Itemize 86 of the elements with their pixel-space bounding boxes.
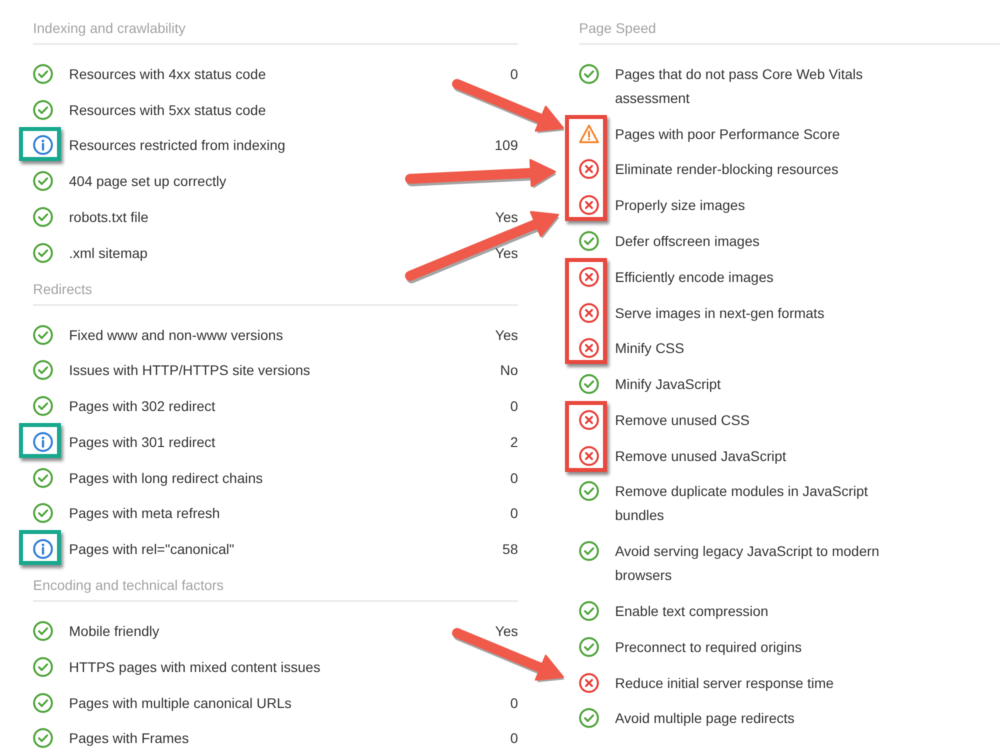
check-circle-icon [579, 541, 599, 562]
check-circle-icon [579, 231, 599, 252]
check-circle-icon [33, 396, 53, 416]
check-label: .xml sitemap [69, 244, 148, 263]
check-circle-icon [579, 601, 599, 622]
check-value: Yes [495, 622, 518, 642]
check-label: 404 page set up correctly [69, 172, 226, 192]
check-label: Minify CSS [615, 339, 684, 358]
check-label: Avoid serving legacy JavaScript to modern browsers [615, 542, 880, 586]
check-label: robots.txt file [69, 208, 148, 228]
check-label: Pages with long redirect chains [69, 468, 263, 488]
check-circle-icon [33, 100, 53, 120]
check-label: Pages with multiple canonical URLs [69, 694, 292, 713]
check-label: Efficiently encode images [615, 268, 774, 287]
check-circle-icon [33, 656, 53, 677]
check-label: Pages with 301 redirect [69, 432, 216, 452]
check-value: Yes [495, 326, 518, 345]
warning-icon [579, 124, 599, 144]
check-value: 0 [510, 397, 518, 416]
check-label: Pages with 302 redirect [69, 397, 216, 416]
check-label: Pages that do not pass Core Web Vitals assessment [615, 64, 864, 108]
check-circle-icon [579, 64, 599, 84]
check-value: 0 [510, 504, 518, 524]
info-icon [33, 539, 53, 560]
check-value: 0 [510, 729, 518, 748]
check-value: 0 [510, 694, 518, 713]
check-label: Avoid multiple page redirects [615, 709, 795, 728]
check-label: Issues with HTTP/HTTPS site versions [69, 361, 310, 380]
x-circle-icon [579, 266, 599, 287]
check-circle-icon [33, 468, 53, 488]
check-circle-icon [33, 692, 53, 713]
check-circle-icon [33, 621, 53, 642]
section-heading: Page Speed [579, 16, 1000, 45]
check-label: Resources with 5xx status code [69, 100, 266, 120]
check-circle-icon [579, 708, 599, 728]
check-label: Enable text compression [615, 602, 768, 622]
check-label: Remove duplicate modules in JavaScript bundles [615, 482, 869, 526]
check-label: Resources restricted from indexing [69, 136, 286, 156]
section-heading: Indexing and crawlability [33, 16, 518, 45]
check-label: Fixed www and non-www versions [69, 326, 283, 345]
check-value: 2 [510, 432, 518, 452]
check-value: Yes [495, 244, 518, 263]
check-label: Remove unused CSS [615, 410, 750, 430]
check-label: Resources with 4xx status code [69, 64, 266, 84]
check-value: No [500, 361, 518, 380]
check-circle-icon [33, 324, 53, 345]
check-label: Pages with meta refresh [69, 504, 220, 524]
check-label: Pages with poor Performance Score [615, 124, 840, 144]
x-circle-icon [579, 195, 599, 216]
check-circle-icon [33, 242, 53, 263]
check-circle-icon [579, 374, 599, 394]
check-value: 58 [502, 540, 518, 560]
check-value: 0 [510, 64, 518, 84]
check-value: Yes [495, 208, 518, 228]
check-value: 0 [510, 468, 518, 488]
x-circle-icon [579, 338, 599, 358]
section-heading: Redirects [33, 276, 518, 306]
check-label: Eliminate render-blocking resources [615, 160, 838, 180]
x-circle-icon [579, 672, 599, 693]
check-circle-icon [33, 503, 53, 524]
check-label: Properly size images [615, 196, 745, 216]
check-circle-icon [579, 636, 599, 657]
check-circle-icon [33, 207, 53, 228]
check-label: Pages with rel="canonical" [69, 540, 234, 560]
info-icon [33, 135, 53, 156]
check-label: Mobile friendly [69, 622, 160, 642]
check-label: Pages with Frames [69, 729, 189, 748]
x-circle-icon [579, 446, 599, 466]
check-label: Reduce initial server response time [615, 674, 834, 693]
check-value: 109 [494, 136, 518, 156]
check-label: Serve images in next-gen formats [615, 304, 824, 323]
x-circle-icon [579, 159, 599, 180]
check-label: Minify JavaScript [615, 375, 721, 394]
x-circle-icon [579, 302, 599, 323]
check-label: Remove unused JavaScript [615, 446, 786, 466]
check-label: Preconnect to required origins [615, 638, 802, 657]
check-circle-icon [33, 360, 53, 380]
check-circle-icon [33, 728, 53, 748]
info-icon [33, 432, 53, 452]
check-circle-icon [33, 64, 53, 84]
section-heading: Encoding and technical factors [33, 573, 518, 602]
check-label: HTTPS pages with mixed content issues [69, 658, 320, 677]
check-label: Defer offscreen images [615, 232, 760, 252]
check-circle-icon [579, 481, 599, 502]
x-circle-icon [579, 410, 599, 430]
check-circle-icon [33, 171, 53, 192]
